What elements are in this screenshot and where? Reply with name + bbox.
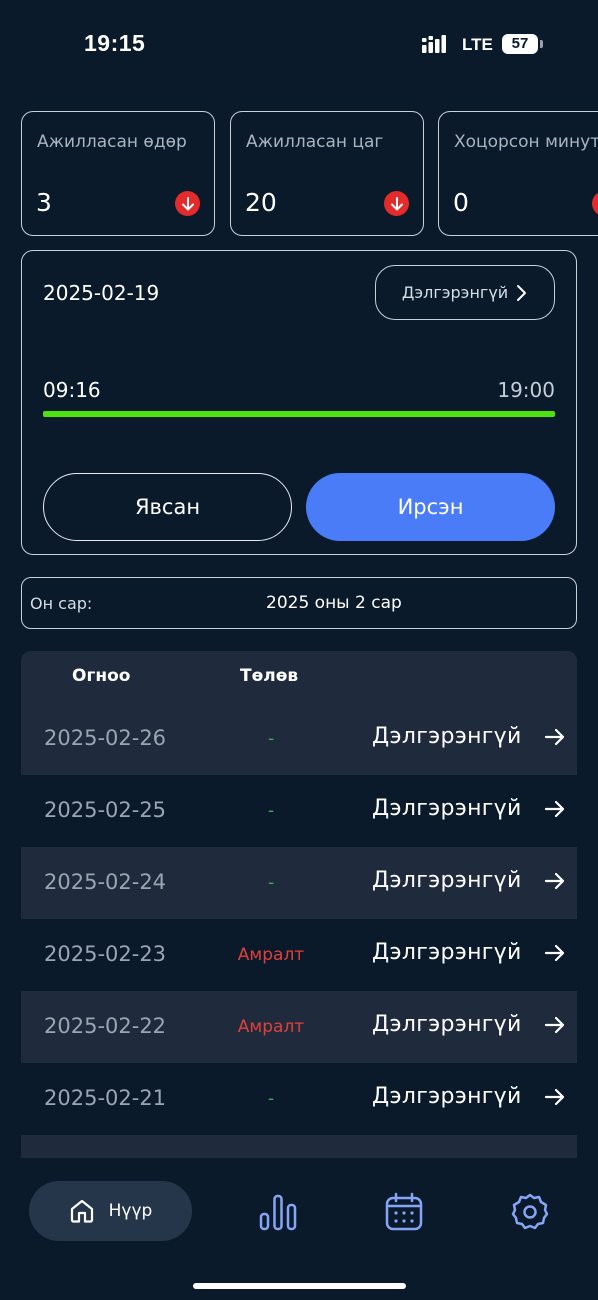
check-out-time: 19:00 — [497, 378, 555, 402]
network-type: LTE — [462, 35, 493, 54]
arrived-button[interactable]: Ирсэн — [306, 473, 555, 541]
arrow-down-icon — [384, 191, 409, 216]
arrow-right-icon[interactable] — [543, 1013, 567, 1037]
row-detail-link[interactable]: Дэлгэрэнгүй — [372, 1012, 522, 1037]
row-status-text: - — [267, 729, 275, 749]
bar-chart-icon[interactable] — [258, 1192, 298, 1232]
row-detail-link[interactable]: Дэлгэрэнгүй — [372, 724, 522, 749]
month-label: Он сар: — [30, 594, 93, 613]
battery-nub — [540, 40, 543, 48]
row-status-text: - — [267, 873, 275, 893]
chevron-right-icon — [517, 284, 527, 301]
status-time: 19:15 — [84, 30, 146, 56]
row-date: 2025-02-23 — [44, 942, 167, 966]
battery-icon: 57 — [502, 34, 538, 54]
stats-row[interactable]: Ажилласан өдөр 3 Ажилласан цаг 20 Хоцорс… — [21, 111, 598, 236]
table-body: 2025-02-26 - Дэлгэрэнгүй 2025-02-25 - Дэлгэрэ… — [21, 703, 577, 1135]
calendar-icon[interactable] — [384, 1192, 424, 1232]
month-selector[interactable]: Он сар: 2025 оны 2 сар — [21, 577, 577, 629]
row-detail-link[interactable]: Дэлгэрэнгүй — [372, 868, 522, 893]
table-row[interactable]: 2025-02-23 Амралт Дэлгэрэнгүй — [21, 919, 577, 991]
detail-button-label: Дэлгэрэнгүй — [401, 283, 509, 302]
table-row[interactable]: 2025-02-22 Амралт Дэлгэрэнгүй — [21, 991, 577, 1063]
stat-value: 3 — [36, 188, 52, 217]
check-in-time: 09:16 — [43, 378, 101, 402]
table-header: Огноо Төлөв — [21, 651, 577, 703]
battery-level: 57 — [511, 35, 529, 52]
column-header-date: Огноо — [72, 666, 131, 686]
status-bar: 19:15 LTE 57 — [0, 0, 598, 90]
stat-card-worked-hours: Ажилласан цаг 20 — [230, 111, 424, 236]
arrow-right-icon[interactable] — [543, 869, 567, 893]
table-row[interactable]: 2025-02-26 - Дэлгэрэнгүй — [21, 703, 577, 775]
row-detail-link[interactable]: Дэлгэрэнгүй — [372, 1084, 522, 1109]
row-status-text: Амралт — [237, 1017, 305, 1037]
row-date: 2025-02-22 — [44, 1014, 167, 1038]
arrow-right-icon[interactable] — [543, 725, 567, 749]
column-header-status: Төлөв — [240, 666, 299, 686]
row-status-text: - — [267, 1089, 275, 1109]
table-row[interactable]: 2025-02-25 - Дэлгэрэнгүй — [21, 775, 577, 847]
stat-card-late-minutes: Хоцорсон минут 0 — [438, 111, 598, 236]
row-status-text: - — [267, 801, 275, 821]
cellular-signal-icon — [422, 35, 446, 53]
month-value: 2025 оны 2 сар — [266, 593, 402, 613]
tab-home-label: Нүүр — [108, 1201, 153, 1221]
row-date: 2025-02-21 — [44, 1086, 167, 1110]
stat-value: 20 — [245, 188, 277, 217]
tab-home[interactable]: Нүүр — [29, 1181, 192, 1241]
arrow-right-icon[interactable] — [543, 941, 567, 965]
attendance-table: Огноо Төлөв 2025-02-26- Дэлгэрэнгүй 2025-0… — [21, 651, 577, 1158]
workday-progress-bar — [43, 411, 555, 417]
workday-progress-fill — [43, 411, 555, 417]
arrow-down-icon — [592, 191, 598, 216]
row-date: 2025-02-24 — [44, 870, 167, 894]
row-detail-link[interactable]: Дэлгэрэнгүй — [372, 796, 522, 821]
table-row-partial — [21, 1135, 577, 1158]
settings-gear-icon[interactable] — [510, 1192, 550, 1232]
stat-value: 0 — [453, 188, 469, 217]
arrow-right-icon[interactable] — [543, 1085, 567, 1109]
stat-label: Ажилласан өдөр — [37, 132, 187, 152]
table-row[interactable]: 2025-02-21 - Дэлгэрэнгүй — [21, 1063, 577, 1135]
arrow-down-icon — [175, 191, 200, 216]
left-button[interactable]: Явсан — [43, 473, 292, 541]
row-status-text: Амралт — [237, 945, 305, 965]
stat-card-worked-days: Ажилласан өдөр 3 — [21, 111, 215, 236]
row-detail-link[interactable]: Дэлгэрэнгүй — [372, 940, 522, 965]
row-date: 2025-02-26 — [44, 726, 167, 750]
today-detail-button[interactable]: Дэлгэрэнгүй — [375, 265, 555, 320]
home-indicator — [193, 1283, 406, 1289]
arrow-right-icon[interactable] — [543, 797, 567, 821]
stat-label: Ажилласан цаг — [246, 132, 384, 152]
today-attendance-card: 2025-02-19 Дэлгэрэнгүй 09:16 19:00 Явсан… — [21, 250, 577, 555]
row-date: 2025-02-25 — [44, 798, 167, 822]
table-row[interactable]: 2025-02-24 - Дэлгэрэнгүй — [21, 847, 577, 919]
bottom-tab-bar: Нүүр — [0, 1158, 598, 1300]
stat-label: Хоцорсон минут — [454, 132, 598, 152]
home-icon — [70, 1199, 93, 1223]
today-date: 2025-02-19 — [43, 281, 160, 305]
